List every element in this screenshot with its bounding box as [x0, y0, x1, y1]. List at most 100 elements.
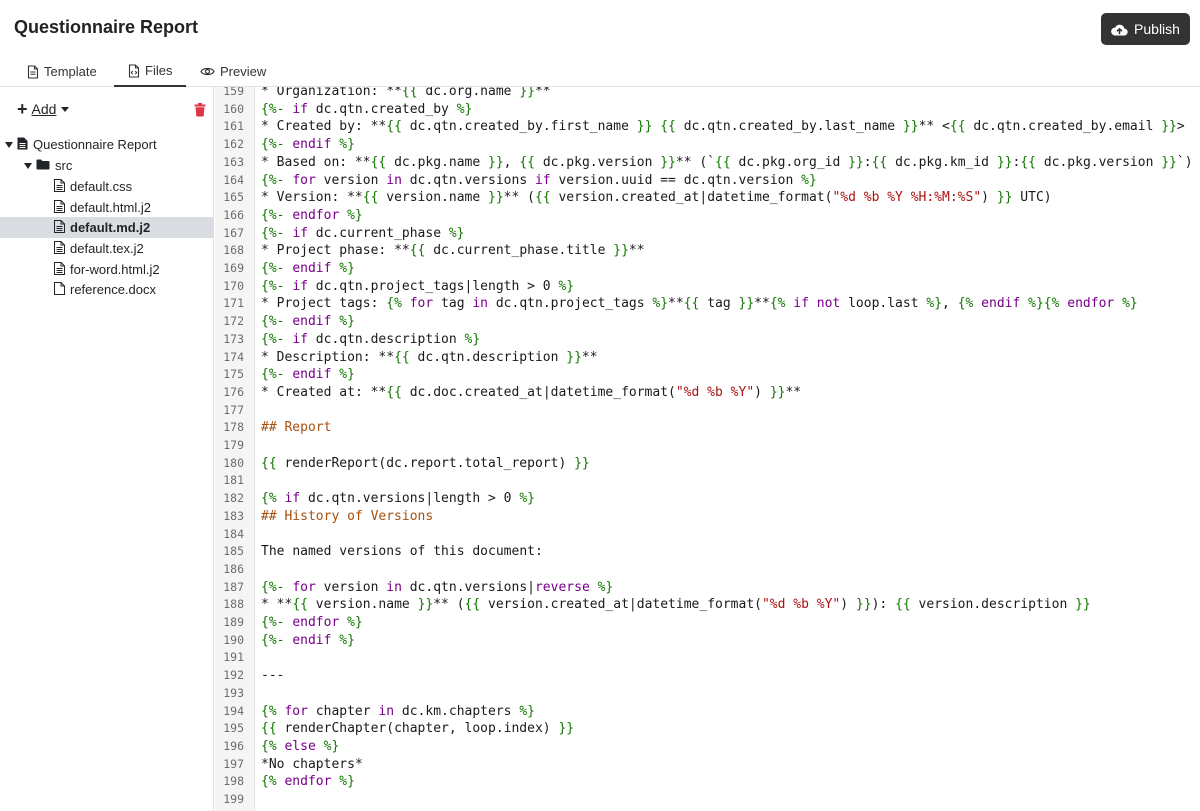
line-number: 178: [223, 420, 244, 435]
file-icon: [54, 199, 65, 216]
tree-item-file[interactable]: default.css: [0, 176, 214, 197]
line-number: 172: [223, 314, 244, 329]
file-icon: [27, 64, 39, 79]
tree-item-label: src: [55, 158, 73, 173]
tree-item-file[interactable]: default.html.j2: [0, 197, 214, 218]
code-text: * **{{ version.name }}** ({{ version.cre…: [261, 597, 1091, 613]
add-button[interactable]: + Add: [17, 99, 70, 119]
trash-icon: [194, 103, 206, 121]
publish-button[interactable]: Publish: [1101, 13, 1190, 45]
code-text: * Organization: **{{ dc.org.name }}**: [261, 87, 551, 99]
caret-down-icon: [61, 106, 70, 112]
line-number: 198: [223, 774, 244, 789]
line-number: 168: [223, 243, 244, 258]
line-number: 166: [223, 207, 244, 222]
code-text: *No chapters*: [261, 756, 363, 772]
line-number: 191: [223, 650, 244, 665]
code-text: {%- endif %}: [261, 314, 355, 330]
line-number: 182: [223, 491, 244, 506]
tree-item-file[interactable]: for-word.html.j2: [0, 259, 214, 280]
page-title: Questionnaire Report: [14, 17, 199, 37]
line-number: 195: [223, 721, 244, 736]
code-text: * Created at: **{{ dc.doc.created_at|dat…: [261, 384, 802, 400]
code-text: {%- endfor %}: [261, 207, 363, 223]
tree-item-label: default.tex.j2: [70, 241, 144, 256]
plus-icon: +: [17, 99, 28, 119]
tab-bar: Template Files Preview: [0, 56, 1200, 87]
line-number: 192: [223, 668, 244, 683]
delete-button[interactable]: [194, 103, 206, 122]
tree-item-label: for-word.html.j2: [70, 262, 160, 277]
code-text: * Project tags: {% for tag in dc.qtn.pro…: [261, 296, 1138, 312]
line-number: 174: [223, 349, 244, 364]
line-number: 176: [223, 384, 244, 399]
code-text: ---: [261, 668, 285, 684]
file-icon: [54, 240, 65, 257]
line-number: 189: [223, 615, 244, 629]
line-number: 159: [223, 87, 244, 98]
tree-item-label: default.md.j2: [70, 220, 151, 235]
code-text: The named versions of this document:: [261, 544, 543, 560]
app-header: Questionnaire Report Publish: [0, 0, 1200, 56]
tree-item-label: default.html.j2: [70, 200, 151, 215]
file-icon: [54, 178, 65, 195]
code-text: {%- if dc.qtn.description %}: [261, 331, 481, 347]
code-text: {%- if dc.qtn.project_tags|length > 0 %}: [261, 278, 575, 294]
line-number: 180: [223, 455, 244, 470]
code-text: * Created by: **{{ dc.qtn.created_by.fir…: [261, 119, 1185, 135]
folder-icon: [36, 158, 50, 173]
code-text: {%- if dc.qtn.created_by %}: [261, 101, 473, 117]
caret-down-icon: [5, 141, 13, 148]
tab-template-label: Template: [44, 64, 97, 79]
code-text: * Project phase: **{{ dc.current_phase.t…: [261, 243, 645, 259]
tab-preview-label: Preview: [220, 64, 267, 79]
code-text: * Version: **{{ version.name }}** ({{ ve…: [261, 190, 1052, 206]
code-text: {%- endfor %}: [261, 615, 363, 630]
tree-item-label: default.css: [70, 179, 133, 194]
file-sidebar: + Add Questionnaire Report src default.c…: [0, 87, 214, 811]
file-icon: [54, 261, 65, 278]
code-text: {%- endif %}: [261, 632, 355, 648]
line-number: 167: [223, 225, 244, 240]
file-icon: [54, 281, 65, 298]
line-number: 193: [223, 685, 244, 700]
line-number: 185: [223, 544, 244, 559]
tree-item-folder[interactable]: src: [0, 155, 214, 176]
line-number: 194: [223, 703, 244, 718]
code-text: {%- for version in dc.qtn.versions|rever…: [261, 579, 614, 595]
file-icon: [17, 137, 28, 153]
tree-item-label: reference.docx: [70, 282, 156, 297]
tab-template[interactable]: Template: [13, 56, 111, 87]
code-text: {%- if dc.current_phase %}: [261, 225, 465, 241]
line-number: 173: [223, 331, 244, 346]
tab-files[interactable]: Files: [114, 56, 186, 87]
code-text: {% if dc.qtn.versions|length > 0 %}: [261, 491, 535, 507]
line-number: 161: [223, 119, 244, 134]
line-number: 177: [223, 402, 244, 417]
line-number: 160: [223, 101, 244, 116]
line-number: 190: [223, 632, 244, 647]
code-text: {%- for version in dc.qtn.versions if ve…: [261, 172, 817, 188]
code-text: {{ renderReport(dc.report.total_report) …: [261, 455, 590, 471]
tree-item-file-selected[interactable]: default.md.j2: [0, 217, 214, 238]
code-text: {%- endif %}: [261, 137, 355, 153]
line-number: 163: [223, 154, 244, 169]
code-editor[interactable]: 159 * Organization: **{{ dc.org.name }}**…: [215, 87, 1200, 811]
caret-down-icon: [24, 162, 32, 169]
code-text: {% else %}: [261, 738, 340, 754]
code-text: {%- endif %}: [261, 367, 355, 383]
line-number: 164: [223, 172, 244, 187]
line-number: 171: [223, 296, 244, 311]
line-number: 197: [223, 756, 244, 771]
tree-item-file[interactable]: reference.docx: [0, 279, 214, 300]
file-icon: [54, 219, 65, 236]
tree-item-root[interactable]: Questionnaire Report: [0, 134, 214, 155]
code-text: ## Report: [261, 420, 332, 436]
code-text: {%- endif %}: [261, 261, 355, 276]
eye-icon: [200, 66, 215, 77]
tree-item-label: Questionnaire Report: [33, 137, 157, 152]
tab-files-label: Files: [145, 63, 173, 78]
tree-item-file[interactable]: default.tex.j2: [0, 238, 214, 259]
tab-preview[interactable]: Preview: [186, 56, 280, 87]
line-number: 183: [223, 508, 244, 523]
